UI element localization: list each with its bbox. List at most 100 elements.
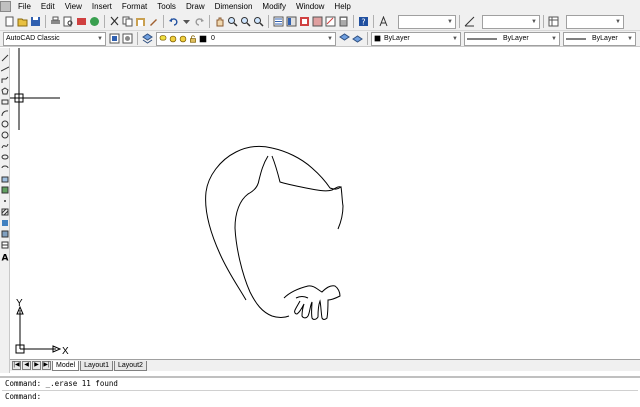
- menu-insert[interactable]: Insert: [87, 0, 117, 13]
- line-icon[interactable]: [1, 54, 9, 62]
- menu-help[interactable]: Help: [329, 0, 355, 13]
- text-style-select[interactable]: ▼: [398, 14, 456, 29]
- menu-window[interactable]: Window: [291, 0, 329, 13]
- plot-preview-icon[interactable]: [63, 16, 74, 27]
- layer-manager-icon[interactable]: [142, 33, 153, 44]
- dimension-style-icon[interactable]: [464, 16, 475, 27]
- rectangle-icon[interactable]: [1, 98, 9, 106]
- menu-modify[interactable]: Modify: [257, 0, 291, 13]
- pan-icon[interactable]: [214, 16, 225, 27]
- construction-line-icon[interactable]: [1, 65, 9, 73]
- calculator-icon[interactable]: [338, 16, 349, 27]
- open-folder-icon[interactable]: [17, 16, 28, 27]
- menu-format[interactable]: Format: [117, 0, 152, 13]
- sketch-figure-inner[interactable]: [234, 155, 290, 318]
- save-icon[interactable]: [30, 16, 41, 27]
- markup-icon[interactable]: [325, 16, 336, 27]
- print-icon[interactable]: [50, 16, 61, 27]
- paste-icon[interactable]: [135, 16, 146, 27]
- dropdown-arrow-icon[interactable]: [181, 16, 192, 27]
- copy-icon[interactable]: [122, 16, 133, 27]
- insert-block-icon[interactable]: [1, 175, 9, 183]
- properties-icon[interactable]: [273, 16, 284, 27]
- sketch-figure-paw-detail[interactable]: [295, 296, 309, 299]
- dimension-style-select[interactable]: ▼: [482, 14, 540, 29]
- tab-next-button[interactable]: ▶: [32, 361, 41, 370]
- menu-tools[interactable]: Tools: [152, 0, 181, 13]
- new-file-icon[interactable]: [4, 16, 15, 27]
- workspace-settings-icon[interactable]: [109, 33, 120, 44]
- command-input[interactable]: Command:: [0, 391, 640, 403]
- model-space[interactable]: Y X: [10, 48, 640, 359]
- sheet-set-icon[interactable]: [312, 16, 323, 27]
- circle-icon[interactable]: [1, 120, 9, 128]
- revision-cloud-icon[interactable]: [1, 131, 9, 139]
- color-value: ByLayer: [384, 35, 410, 42]
- gradient-icon[interactable]: [1, 219, 9, 227]
- lineweight-control-select[interactable]: ByLayer ▼: [563, 31, 636, 46]
- tab-layout1[interactable]: Layout1: [80, 360, 113, 371]
- zoom-realtime-icon[interactable]: [227, 16, 238, 27]
- zoom-previous-icon[interactable]: [253, 16, 264, 27]
- design-center-icon[interactable]: [286, 16, 297, 27]
- make-block-icon[interactable]: [1, 186, 9, 194]
- layer-viewport-freeze-icon[interactable]: [179, 35, 187, 43]
- publish-icon[interactable]: [76, 16, 87, 27]
- toolbar-separator: [367, 32, 368, 45]
- spline-icon[interactable]: [1, 142, 9, 150]
- menu-file[interactable]: File: [13, 0, 36, 13]
- undo-icon[interactable]: [168, 16, 179, 27]
- sketch-figure-body[interactable]: [205, 145, 344, 301]
- multiline-text-icon[interactable]: A: [1, 253, 9, 262]
- layer-previous-icon[interactable]: [352, 33, 363, 44]
- match-properties-icon[interactable]: [148, 16, 159, 27]
- menu-edit[interactable]: Edit: [36, 0, 60, 13]
- toolbar-separator: [373, 15, 374, 28]
- chevron-down-icon: ▼: [627, 35, 633, 42]
- menu-draw[interactable]: Draw: [181, 0, 210, 13]
- layer-on-icon[interactable]: [159, 34, 167, 43]
- table-icon[interactable]: [1, 241, 9, 249]
- table-style-select[interactable]: ▼: [566, 14, 624, 29]
- region-icon[interactable]: [1, 230, 9, 238]
- zoom-window-icon[interactable]: [240, 16, 251, 27]
- sketch-figure-back[interactable]: [271, 155, 342, 192]
- toolbar-separator: [268, 15, 269, 28]
- text-style-icon[interactable]: [378, 16, 389, 27]
- toolbar-separator: [104, 15, 105, 28]
- hatch-icon[interactable]: [1, 208, 9, 216]
- tool-palettes-icon[interactable]: [299, 16, 310, 27]
- menu-dimension[interactable]: Dimension: [210, 0, 258, 13]
- make-object-layer-current-icon[interactable]: [339, 33, 350, 44]
- tab-first-button[interactable]: |◀: [12, 361, 21, 370]
- ellipse-arc-icon[interactable]: [1, 164, 9, 172]
- design-web-icon[interactable]: [89, 16, 100, 27]
- table-style-icon[interactable]: [548, 16, 559, 27]
- color-control-select[interactable]: ByLayer ▼: [371, 31, 461, 46]
- help-icon[interactable]: ?: [358, 16, 369, 27]
- sketch-figure-paws[interactable]: [283, 285, 341, 320]
- tab-model[interactable]: Model: [52, 360, 80, 371]
- drawing-area[interactable]: Y X: [10, 48, 640, 359]
- layer-freeze-icon[interactable]: [169, 35, 177, 43]
- polygon-icon[interactable]: [1, 87, 9, 95]
- layer-lock-icon[interactable]: [189, 34, 197, 43]
- redo-icon[interactable]: [194, 16, 205, 27]
- polyline-icon[interactable]: [1, 76, 9, 84]
- tab-last-button[interactable]: ▶|: [42, 361, 51, 370]
- arc-icon[interactable]: [1, 109, 9, 117]
- tab-layout2[interactable]: Layout2: [114, 360, 147, 371]
- layer-name: 0: [211, 35, 215, 42]
- workspace-select[interactable]: AutoCAD Classic ▼: [3, 31, 106, 46]
- app-menu-icon[interactable]: [0, 1, 11, 12]
- ellipse-icon[interactable]: [1, 153, 9, 161]
- menu-view[interactable]: View: [60, 0, 87, 13]
- point-icon[interactable]: [1, 197, 9, 205]
- layout-tabs-bar: |◀ ◀ ▶ ▶| Model Layout1 Layout2: [10, 359, 640, 371]
- toolbar-separator: [209, 15, 210, 28]
- linetype-control-select[interactable]: ByLayer ▼: [464, 31, 560, 46]
- cut-icon[interactable]: [109, 16, 120, 27]
- layer-select[interactable]: 0 ▼: [156, 31, 336, 46]
- my-workspace-icon[interactable]: [122, 33, 133, 44]
- tab-previous-button[interactable]: ◀: [22, 361, 31, 370]
